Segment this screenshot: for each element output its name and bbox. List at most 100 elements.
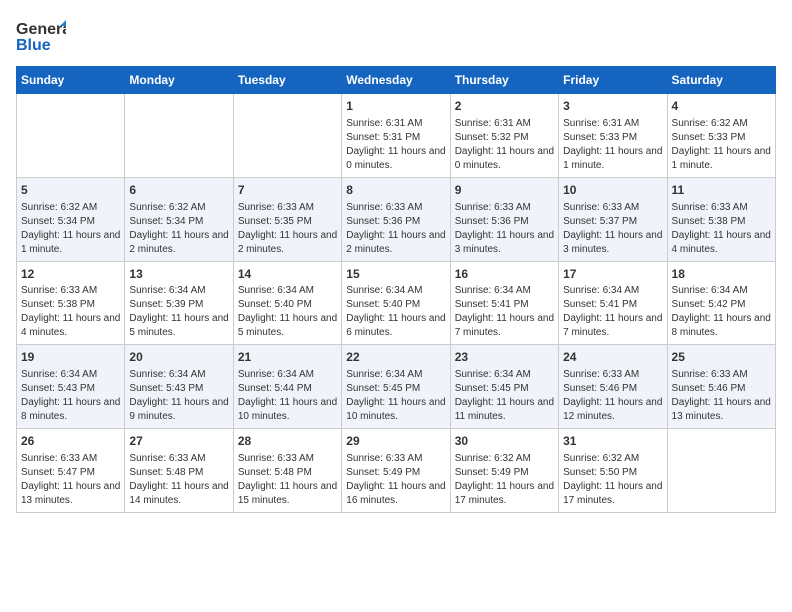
day-number: 19 bbox=[21, 349, 120, 366]
calendar-cell: 6Sunrise: 6:32 AM Sunset: 5:34 PM Daylig… bbox=[125, 177, 233, 261]
calendar-cell: 1Sunrise: 6:31 AM Sunset: 5:31 PM Daylig… bbox=[342, 94, 450, 178]
day-info: Sunrise: 6:33 AM Sunset: 5:48 PM Dayligh… bbox=[238, 452, 337, 508]
day-info: Sunrise: 6:31 AM Sunset: 5:33 PM Dayligh… bbox=[563, 117, 662, 173]
day-number: 2 bbox=[455, 98, 554, 115]
day-info: Sunrise: 6:32 AM Sunset: 5:49 PM Dayligh… bbox=[455, 452, 554, 508]
day-number: 3 bbox=[563, 98, 662, 115]
day-info: Sunrise: 6:33 AM Sunset: 5:47 PM Dayligh… bbox=[21, 452, 120, 508]
day-number: 22 bbox=[346, 349, 445, 366]
day-number: 24 bbox=[563, 349, 662, 366]
day-number: 12 bbox=[21, 266, 120, 283]
calendar-cell: 12Sunrise: 6:33 AM Sunset: 5:38 PM Dayli… bbox=[17, 261, 125, 345]
day-info: Sunrise: 6:33 AM Sunset: 5:38 PM Dayligh… bbox=[21, 284, 120, 340]
calendar-cell: 29 Sunrise: 6:33 AM Sunset: 5:49 PM Dayli… bbox=[342, 429, 450, 513]
calendar-cell: 24 Sunrise: 6:33 AM Sunset: 5:46 PM Dayli… bbox=[559, 345, 667, 429]
day-number: 25 bbox=[672, 349, 771, 366]
day-info: Sunrise: 6:33 AM Sunset: 5:38 PM Dayligh… bbox=[672, 201, 771, 257]
calendar-table: SundayMondayTuesdayWednesdayThursdayFrid… bbox=[16, 66, 776, 513]
day-info: Sunrise: 6:32 AM Sunset: 5:33 PM Dayligh… bbox=[672, 117, 771, 173]
day-number: 26 bbox=[21, 433, 120, 450]
calendar-cell: 10 Sunrise: 6:33 AM Sunset: 5:37 PM Dayli… bbox=[559, 177, 667, 261]
day-number: 5 bbox=[21, 182, 120, 199]
calendar-day-header: Wednesday bbox=[342, 67, 450, 94]
day-info: Sunrise: 6:32 AM Sunset: 5:34 PM Dayligh… bbox=[129, 201, 228, 257]
day-info: Sunrise: 6:33 AM Sunset: 5:36 PM Dayligh… bbox=[455, 201, 554, 257]
logo-icon: General Blue bbox=[16, 16, 66, 56]
day-info: Sunrise: 6:34 AM Sunset: 5:41 PM Dayligh… bbox=[455, 284, 554, 340]
day-number: 21 bbox=[238, 349, 337, 366]
calendar-cell bbox=[233, 94, 341, 178]
calendar-cell: 20Sunrise: 6:34 AM Sunset: 5:43 PM Dayli… bbox=[125, 345, 233, 429]
day-number: 1 bbox=[346, 98, 445, 115]
day-info: Sunrise: 6:32 AM Sunset: 5:50 PM Dayligh… bbox=[563, 452, 662, 508]
calendar-cell bbox=[125, 94, 233, 178]
calendar-cell: 14Sunrise: 6:34 AM Sunset: 5:40 PM Dayli… bbox=[233, 261, 341, 345]
calendar-week-row: 12Sunrise: 6:33 AM Sunset: 5:38 PM Dayli… bbox=[17, 261, 776, 345]
calendar-cell: 5 Sunrise: 6:32 AM Sunset: 5:34 PM Daylig… bbox=[17, 177, 125, 261]
logo: General Blue bbox=[16, 16, 66, 56]
calendar-cell: 23 Sunrise: 6:34 AM Sunset: 5:45 PM Dayli… bbox=[450, 345, 558, 429]
calendar-cell: 25 Sunrise: 6:33 AM Sunset: 5:46 PM Dayli… bbox=[667, 345, 775, 429]
svg-text:Blue: Blue bbox=[16, 37, 51, 54]
calendar-cell: 22 Sunrise: 6:34 AM Sunset: 5:45 PM Dayli… bbox=[342, 345, 450, 429]
day-number: 13 bbox=[129, 266, 228, 283]
calendar-cell: 13Sunrise: 6:34 AM Sunset: 5:39 PM Dayli… bbox=[125, 261, 233, 345]
day-info: Sunrise: 6:34 AM Sunset: 5:45 PM Dayligh… bbox=[455, 368, 554, 424]
day-info: Sunrise: 6:34 AM Sunset: 5:44 PM Dayligh… bbox=[238, 368, 337, 424]
day-info: Sunrise: 6:34 AM Sunset: 5:45 PM Dayligh… bbox=[346, 368, 445, 424]
page-header: General Blue bbox=[16, 16, 776, 56]
day-number: 28 bbox=[238, 433, 337, 450]
calendar-day-header: Tuesday bbox=[233, 67, 341, 94]
day-number: 16 bbox=[455, 266, 554, 283]
day-number: 29 bbox=[346, 433, 445, 450]
calendar-week-row: 19 Sunrise: 6:34 AM Sunset: 5:43 PM Dayli… bbox=[17, 345, 776, 429]
day-number: 30 bbox=[455, 433, 554, 450]
calendar-cell: 26 Sunrise: 6:33 AM Sunset: 5:47 PM Dayli… bbox=[17, 429, 125, 513]
calendar-cell: 19 Sunrise: 6:34 AM Sunset: 5:43 PM Dayli… bbox=[17, 345, 125, 429]
calendar-cell: 21 Sunrise: 6:34 AM Sunset: 5:44 PM Dayli… bbox=[233, 345, 341, 429]
day-info: Sunrise: 6:33 AM Sunset: 5:46 PM Dayligh… bbox=[672, 368, 771, 424]
calendar-cell: 15Sunrise: 6:34 AM Sunset: 5:40 PM Dayli… bbox=[342, 261, 450, 345]
day-info: Sunrise: 6:32 AM Sunset: 5:34 PM Dayligh… bbox=[21, 201, 120, 257]
calendar-cell: 4Sunrise: 6:32 AM Sunset: 5:33 PM Daylig… bbox=[667, 94, 775, 178]
day-info: Sunrise: 6:33 AM Sunset: 5:35 PM Dayligh… bbox=[238, 201, 337, 257]
day-number: 23 bbox=[455, 349, 554, 366]
calendar-cell: 16Sunrise: 6:34 AM Sunset: 5:41 PM Dayli… bbox=[450, 261, 558, 345]
calendar-cell: 11 Sunrise: 6:33 AM Sunset: 5:38 PM Dayli… bbox=[667, 177, 775, 261]
calendar-cell: 2Sunrise: 6:31 AM Sunset: 5:32 PM Daylig… bbox=[450, 94, 558, 178]
calendar-cell: 28 Sunrise: 6:33 AM Sunset: 5:48 PM Dayli… bbox=[233, 429, 341, 513]
day-number: 9 bbox=[455, 182, 554, 199]
calendar-week-row: 26 Sunrise: 6:33 AM Sunset: 5:47 PM Dayli… bbox=[17, 429, 776, 513]
day-info: Sunrise: 6:33 AM Sunset: 5:37 PM Dayligh… bbox=[563, 201, 662, 257]
day-info: Sunrise: 6:33 AM Sunset: 5:36 PM Dayligh… bbox=[346, 201, 445, 257]
calendar-cell bbox=[667, 429, 775, 513]
day-info: Sunrise: 6:33 AM Sunset: 5:49 PM Dayligh… bbox=[346, 452, 445, 508]
day-number: 31 bbox=[563, 433, 662, 450]
calendar-week-row: 5 Sunrise: 6:32 AM Sunset: 5:34 PM Daylig… bbox=[17, 177, 776, 261]
day-number: 10 bbox=[563, 182, 662, 199]
calendar-cell: 27Sunrise: 6:33 AM Sunset: 5:48 PM Dayli… bbox=[125, 429, 233, 513]
day-number: 18 bbox=[672, 266, 771, 283]
calendar-cell: 7 Sunrise: 6:33 AM Sunset: 5:35 PM Daylig… bbox=[233, 177, 341, 261]
calendar-cell: 31 Sunrise: 6:32 AM Sunset: 5:50 PM Dayli… bbox=[559, 429, 667, 513]
calendar-day-header: Saturday bbox=[667, 67, 775, 94]
day-number: 11 bbox=[672, 182, 771, 199]
calendar-cell: 3 Sunrise: 6:31 AM Sunset: 5:33 PM Daylig… bbox=[559, 94, 667, 178]
calendar-cell bbox=[17, 94, 125, 178]
day-info: Sunrise: 6:34 AM Sunset: 5:43 PM Dayligh… bbox=[21, 368, 120, 424]
calendar-cell: 30 Sunrise: 6:32 AM Sunset: 5:49 PM Dayli… bbox=[450, 429, 558, 513]
day-info: Sunrise: 6:34 AM Sunset: 5:40 PM Dayligh… bbox=[238, 284, 337, 340]
svg-text:General: General bbox=[16, 21, 66, 38]
day-info: Sunrise: 6:34 AM Sunset: 5:42 PM Dayligh… bbox=[672, 284, 771, 340]
calendar-cell: 18Sunrise: 6:34 AM Sunset: 5:42 PM Dayli… bbox=[667, 261, 775, 345]
calendar-cell: 9 Sunrise: 6:33 AM Sunset: 5:36 PM Daylig… bbox=[450, 177, 558, 261]
calendar-cell: 17Sunrise: 6:34 AM Sunset: 5:41 PM Dayli… bbox=[559, 261, 667, 345]
calendar-week-row: 1Sunrise: 6:31 AM Sunset: 5:31 PM Daylig… bbox=[17, 94, 776, 178]
day-number: 8 bbox=[346, 182, 445, 199]
day-info: Sunrise: 6:33 AM Sunset: 5:46 PM Dayligh… bbox=[563, 368, 662, 424]
day-info: Sunrise: 6:34 AM Sunset: 5:39 PM Dayligh… bbox=[129, 284, 228, 340]
calendar-day-header: Thursday bbox=[450, 67, 558, 94]
day-number: 7 bbox=[238, 182, 337, 199]
day-number: 20 bbox=[129, 349, 228, 366]
day-info: Sunrise: 6:34 AM Sunset: 5:40 PM Dayligh… bbox=[346, 284, 445, 340]
